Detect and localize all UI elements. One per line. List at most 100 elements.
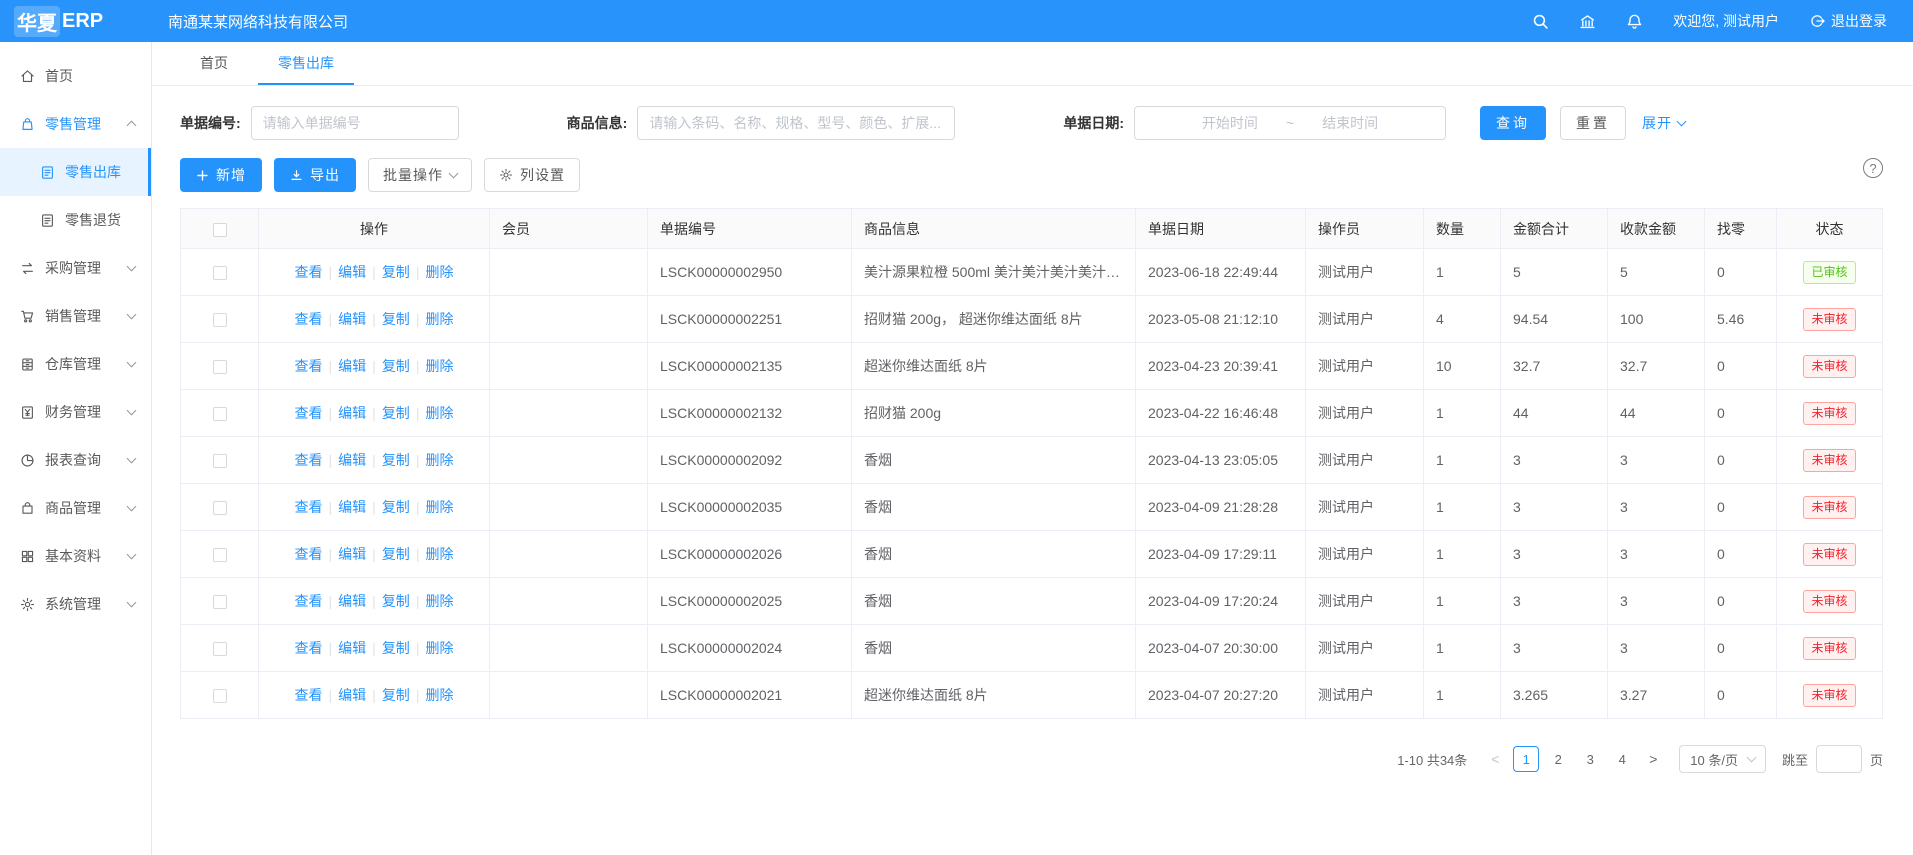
row-actions-cell: 查看|编辑|复制|删除: [259, 531, 490, 578]
sidebar-item-retail-return[interactable]: 零售退货: [0, 196, 151, 244]
export-button[interactable]: 导出: [274, 158, 356, 192]
action-delete-link[interactable]: 删除: [425, 593, 453, 609]
action-copy-link[interactable]: 复制: [382, 311, 410, 327]
product-input[interactable]: [637, 106, 955, 140]
sidebar-item-goods[interactable]: 商品管理: [0, 484, 151, 532]
page-number-3[interactable]: 3: [1577, 746, 1603, 772]
action-copy-link[interactable]: 复制: [382, 358, 410, 374]
page-number-1[interactable]: 1: [1513, 746, 1539, 772]
select-all-checkbox[interactable]: [213, 223, 227, 237]
action-view-link[interactable]: 查看: [295, 546, 323, 562]
row-checkbox[interactable]: [213, 313, 227, 327]
sidebar-item-purchase[interactable]: 采购管理: [0, 244, 151, 292]
columns-label: 列设置: [520, 165, 565, 185]
page-size-select[interactable]: 10 条/页: [1679, 745, 1766, 773]
tab-retail-out[interactable]: 零售出库: [258, 42, 354, 85]
expand-link[interactable]: 展开: [1642, 113, 1685, 133]
sidebar-item-finance[interactable]: 财务管理: [0, 388, 151, 436]
row-checkbox[interactable]: [213, 642, 227, 656]
action-view-link[interactable]: 查看: [295, 640, 323, 656]
row-checkbox[interactable]: [213, 548, 227, 562]
product-info-cell: 香烟: [852, 625, 1136, 672]
action-edit-link[interactable]: 编辑: [338, 452, 366, 468]
received-amount-cell: 100: [1608, 296, 1705, 343]
action-copy-link[interactable]: 复制: [382, 452, 410, 468]
batch-actions-button[interactable]: 批量操作: [368, 158, 472, 192]
action-delete-link[interactable]: 删除: [425, 640, 453, 656]
action-edit-link[interactable]: 编辑: [338, 311, 366, 327]
total-amount-cell: 3: [1501, 625, 1608, 672]
sidebar-item-system[interactable]: 系统管理: [0, 580, 151, 628]
action-view-link[interactable]: 查看: [295, 311, 323, 327]
action-delete-link[interactable]: 删除: [425, 311, 453, 327]
action-delete-link[interactable]: 删除: [425, 546, 453, 562]
action-edit-link[interactable]: 编辑: [338, 264, 366, 280]
search-button[interactable]: 查询: [1480, 106, 1546, 140]
row-checkbox[interactable]: [213, 454, 227, 468]
row-checkbox[interactable]: [213, 360, 227, 374]
next-page-button[interactable]: >: [1641, 746, 1665, 772]
action-edit-link[interactable]: 编辑: [338, 405, 366, 421]
action-copy-link[interactable]: 复制: [382, 264, 410, 280]
action-delete-link[interactable]: 删除: [425, 452, 453, 468]
row-checkbox[interactable]: [213, 407, 227, 421]
sidebar-item-report[interactable]: 报表查询: [0, 436, 151, 484]
bank-icon[interactable]: [1579, 13, 1596, 30]
page-number-2[interactable]: 2: [1545, 746, 1571, 772]
action-edit-link[interactable]: 编辑: [338, 593, 366, 609]
reset-button[interactable]: 重置: [1560, 106, 1626, 140]
action-delete-link[interactable]: 删除: [425, 499, 453, 515]
add-button[interactable]: 新增: [180, 158, 262, 192]
action-copy-link[interactable]: 复制: [382, 687, 410, 703]
bill-no-input[interactable]: [251, 106, 459, 140]
jump-page-input[interactable]: [1816, 745, 1862, 773]
action-view-link[interactable]: 查看: [295, 358, 323, 374]
action-edit-link[interactable]: 编辑: [338, 499, 366, 515]
sidebar-item-warehouse[interactable]: 仓库管理: [0, 340, 151, 388]
action-edit-link[interactable]: 编辑: [338, 687, 366, 703]
action-view-link[interactable]: 查看: [295, 593, 323, 609]
action-delete-link[interactable]: 删除: [425, 687, 453, 703]
sidebar-item-sales[interactable]: 销售管理: [0, 292, 151, 340]
action-view-link[interactable]: 查看: [295, 405, 323, 421]
action-copy-link[interactable]: 复制: [382, 593, 410, 609]
action-copy-link[interactable]: 复制: [382, 546, 410, 562]
action-copy-link[interactable]: 复制: [382, 405, 410, 421]
action-edit-link[interactable]: 编辑: [338, 640, 366, 656]
app-logo: 华夏ERP: [0, 6, 152, 37]
row-checkbox[interactable]: [213, 689, 227, 703]
sidebar-item-basedata[interactable]: 基本资料: [0, 532, 151, 580]
row-actions-cell: 查看|编辑|复制|删除: [259, 484, 490, 531]
action-delete-link[interactable]: 删除: [425, 405, 453, 421]
bill-no-cell: LSCK00000002024: [648, 625, 852, 672]
column-settings-button[interactable]: 列设置: [484, 158, 580, 192]
row-checkbox[interactable]: [213, 501, 227, 515]
date-range-picker[interactable]: 开始时间 ~ 结束时间: [1134, 106, 1446, 140]
jump-suffix: 页: [1870, 750, 1883, 769]
sidebar-item-retail-out[interactable]: 零售出库: [0, 148, 151, 196]
sidebar-item-home[interactable]: 首页: [0, 52, 151, 100]
bell-icon[interactable]: [1626, 13, 1643, 30]
action-delete-link[interactable]: 删除: [425, 358, 453, 374]
action-view-link[interactable]: 查看: [295, 687, 323, 703]
page-jump: 跳至 页: [1782, 745, 1883, 773]
sidebar-item-retail[interactable]: 零售管理: [0, 100, 151, 148]
row-checkbox[interactable]: [213, 595, 227, 609]
action-copy-link[interactable]: 复制: [382, 640, 410, 656]
tab-home[interactable]: 首页: [180, 42, 248, 85]
row-select-cell: [181, 296, 259, 343]
logout-button[interactable]: 退出登录: [1809, 11, 1887, 31]
page-number-4[interactable]: 4: [1609, 746, 1635, 772]
action-view-link[interactable]: 查看: [295, 264, 323, 280]
action-view-link[interactable]: 查看: [295, 499, 323, 515]
sidebar-item-label: 销售管理: [45, 306, 128, 326]
help-icon[interactable]: ?: [1863, 158, 1883, 178]
row-checkbox[interactable]: [213, 266, 227, 280]
search-icon[interactable]: [1532, 13, 1549, 30]
action-copy-link[interactable]: 复制: [382, 499, 410, 515]
prev-page-button[interactable]: <: [1483, 746, 1507, 772]
action-edit-link[interactable]: 编辑: [338, 546, 366, 562]
action-edit-link[interactable]: 编辑: [338, 358, 366, 374]
action-delete-link[interactable]: 删除: [425, 264, 453, 280]
action-view-link[interactable]: 查看: [295, 452, 323, 468]
